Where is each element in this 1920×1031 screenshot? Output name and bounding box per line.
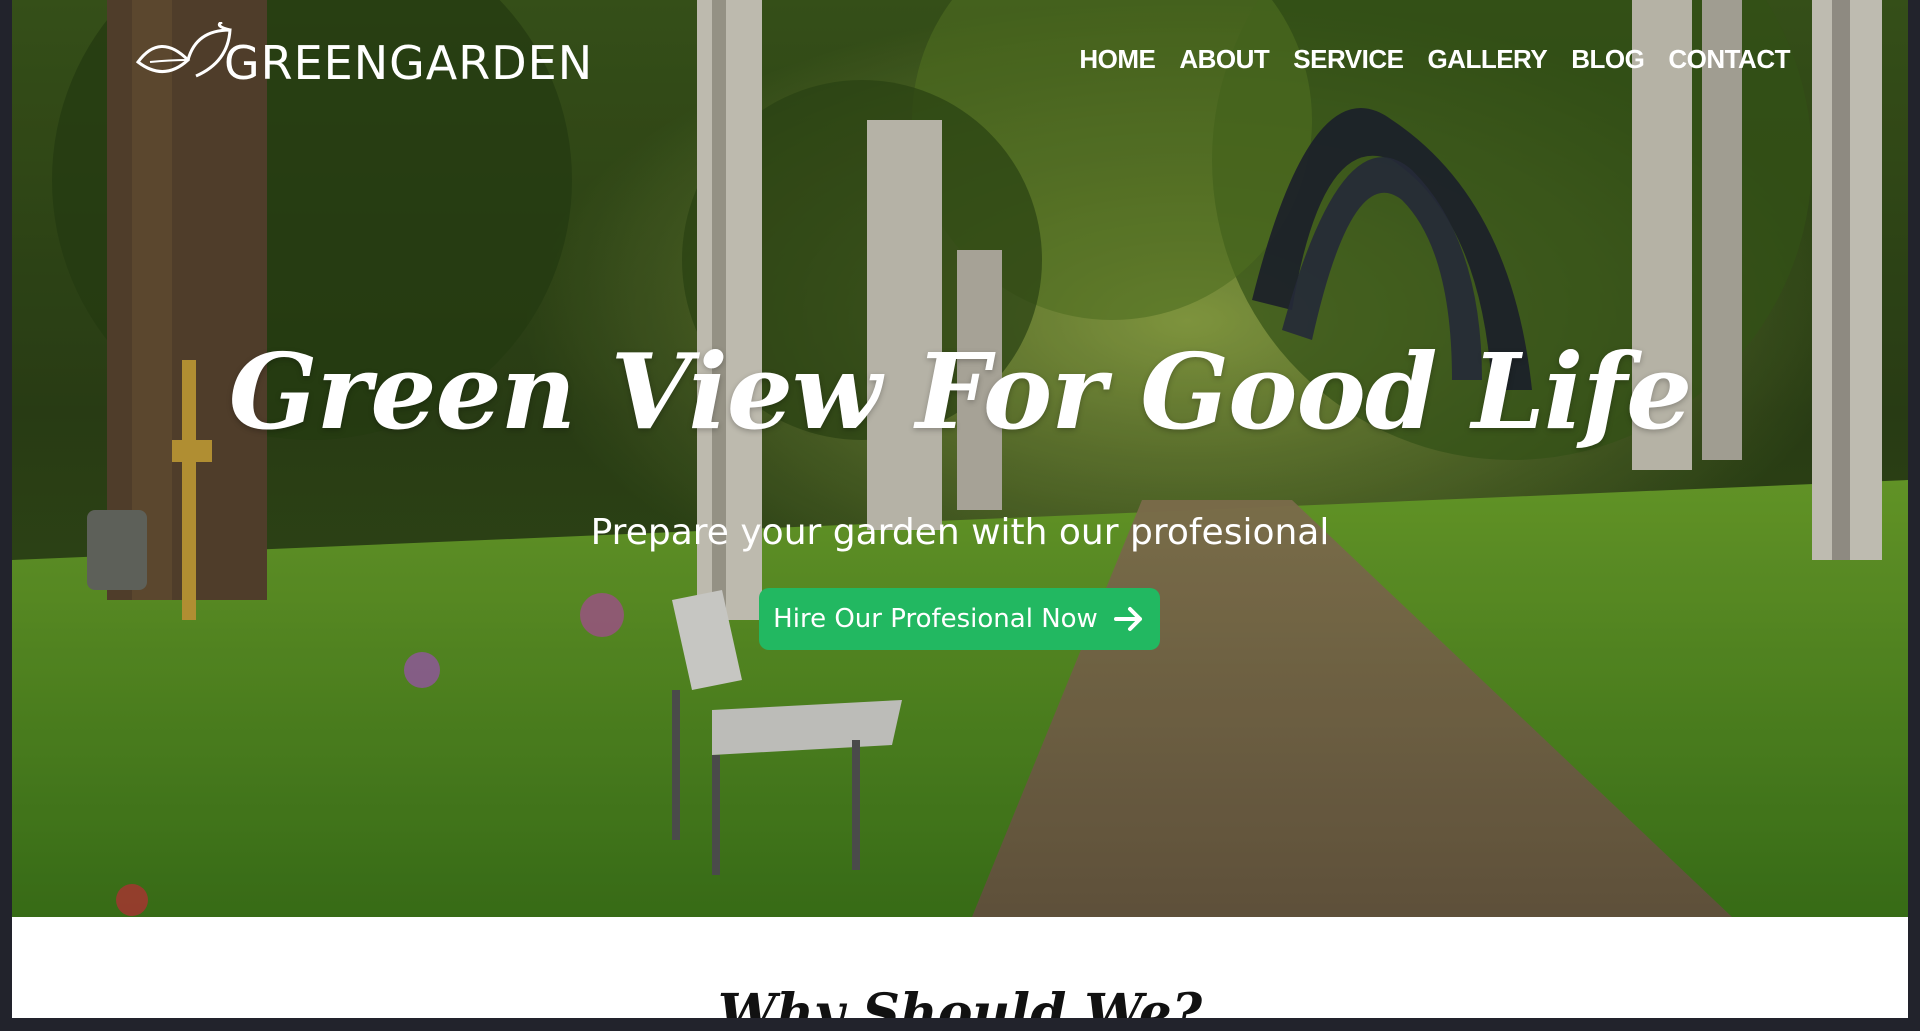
hero-overlay bbox=[12, 0, 1908, 917]
brand-logo[interactable]: GREENGARDEN bbox=[130, 22, 593, 88]
nav-item-contact[interactable]: CONTACT bbox=[1668, 44, 1790, 75]
hero-title: Green View For Good Life bbox=[228, 330, 1693, 453]
nav-item-home[interactable]: HOME bbox=[1079, 44, 1156, 75]
nav-item-gallery[interactable]: GALLERY bbox=[1427, 44, 1547, 75]
brand-name: GREENGARDEN bbox=[224, 36, 594, 90]
hero-section: GREENGARDEN HOME ABOUT SERVICE GALLERY B… bbox=[12, 0, 1908, 917]
cta-label: Hire Our Profesional Now bbox=[773, 604, 1098, 634]
nav-item-about[interactable]: ABOUT bbox=[1179, 44, 1269, 75]
nav-item-service[interactable]: SERVICE bbox=[1293, 44, 1404, 75]
hire-professional-button[interactable]: Hire Our Profesional Now bbox=[759, 588, 1160, 650]
main-nav: HOME ABOUT SERVICE GALLERY BLOG CONTACT bbox=[1079, 44, 1790, 75]
hero-subtitle: Prepare your garden with our profesional bbox=[590, 512, 1330, 553]
arrow-right-icon bbox=[1113, 607, 1142, 631]
section-title: Why Should We? bbox=[717, 983, 1203, 1019]
page-frame: GREENGARDEN HOME ABOUT SERVICE GALLERY B… bbox=[12, 0, 1908, 1018]
nav-item-blog[interactable]: BLOG bbox=[1571, 44, 1645, 75]
